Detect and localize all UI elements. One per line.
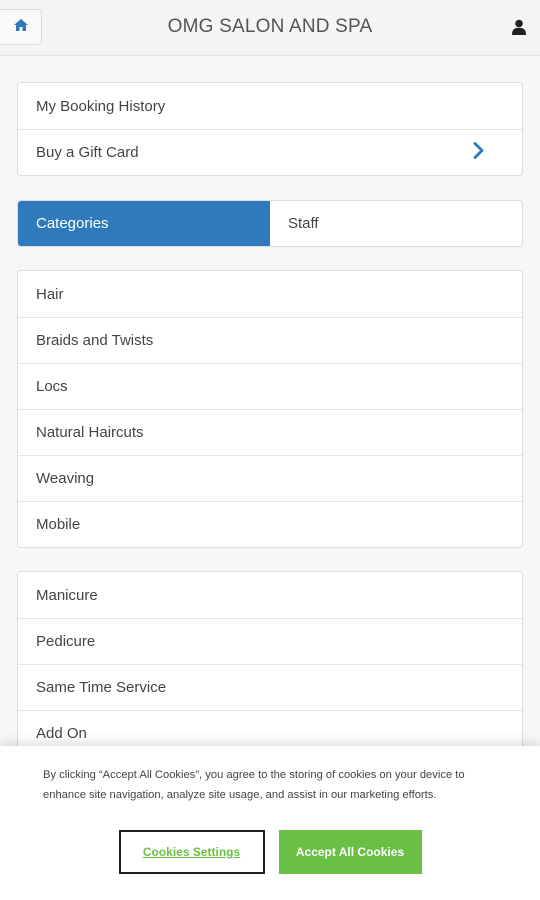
list-item-label: Buy a Gift Card <box>36 144 139 161</box>
chevron-right-icon <box>473 142 484 163</box>
cookie-consent-text: By clicking “Accept All Cookies”, you ag… <box>43 769 465 801</box>
category-item-natural-haircuts[interactable]: Natural Haircuts <box>18 409 522 455</box>
category-item-hair[interactable]: Hair <box>18 271 522 317</box>
tab-staff[interactable]: Staff <box>270 201 522 246</box>
category-item-mobile[interactable]: Mobile <box>18 501 522 547</box>
user-icon <box>512 19 526 39</box>
tab-categories[interactable]: Categories <box>18 201 270 246</box>
category-item-weaving[interactable]: Weaving <box>18 455 522 501</box>
my-booking-history-item[interactable]: My Booking History <box>18 83 522 129</box>
app-header: OMG SALON AND SPA <box>0 0 540 56</box>
category-list-hair: Hair Braids and Twists Locs Natural Hair… <box>17 270 523 548</box>
page-title: OMG SALON AND SPA <box>167 16 373 37</box>
view-toggle: Categories Staff <box>17 200 523 247</box>
category-item-same-time-service[interactable]: Same Time Service <box>18 664 522 710</box>
buy-gift-card-item[interactable]: Buy a Gift Card <box>18 129 522 175</box>
main-content: My Booking History Buy a Gift Card Categ… <box>0 82 540 757</box>
cookie-banner: By clicking “Accept All Cookies”, you ag… <box>0 746 540 900</box>
category-item-locs[interactable]: Locs <box>18 363 522 409</box>
category-list-nails: Manicure Pedicure Same Time Service Add … <box>17 571 523 757</box>
list-item-label: My Booking History <box>36 97 166 115</box>
accept-all-cookies-button[interactable]: Accept All Cookies <box>278 830 422 874</box>
cookies-settings-button[interactable]: Cookies Settings <box>118 830 265 874</box>
category-item-manicure[interactable]: Manicure <box>18 572 522 618</box>
user-account-button[interactable] <box>512 19 528 37</box>
cookie-buttons: Cookies Settings Accept All Cookies <box>43 830 497 874</box>
category-item-pedicure[interactable]: Pedicure <box>18 618 522 664</box>
account-menu: My Booking History Buy a Gift Card <box>17 82 523 176</box>
category-item-braids-and-twists[interactable]: Braids and Twists <box>18 317 522 363</box>
